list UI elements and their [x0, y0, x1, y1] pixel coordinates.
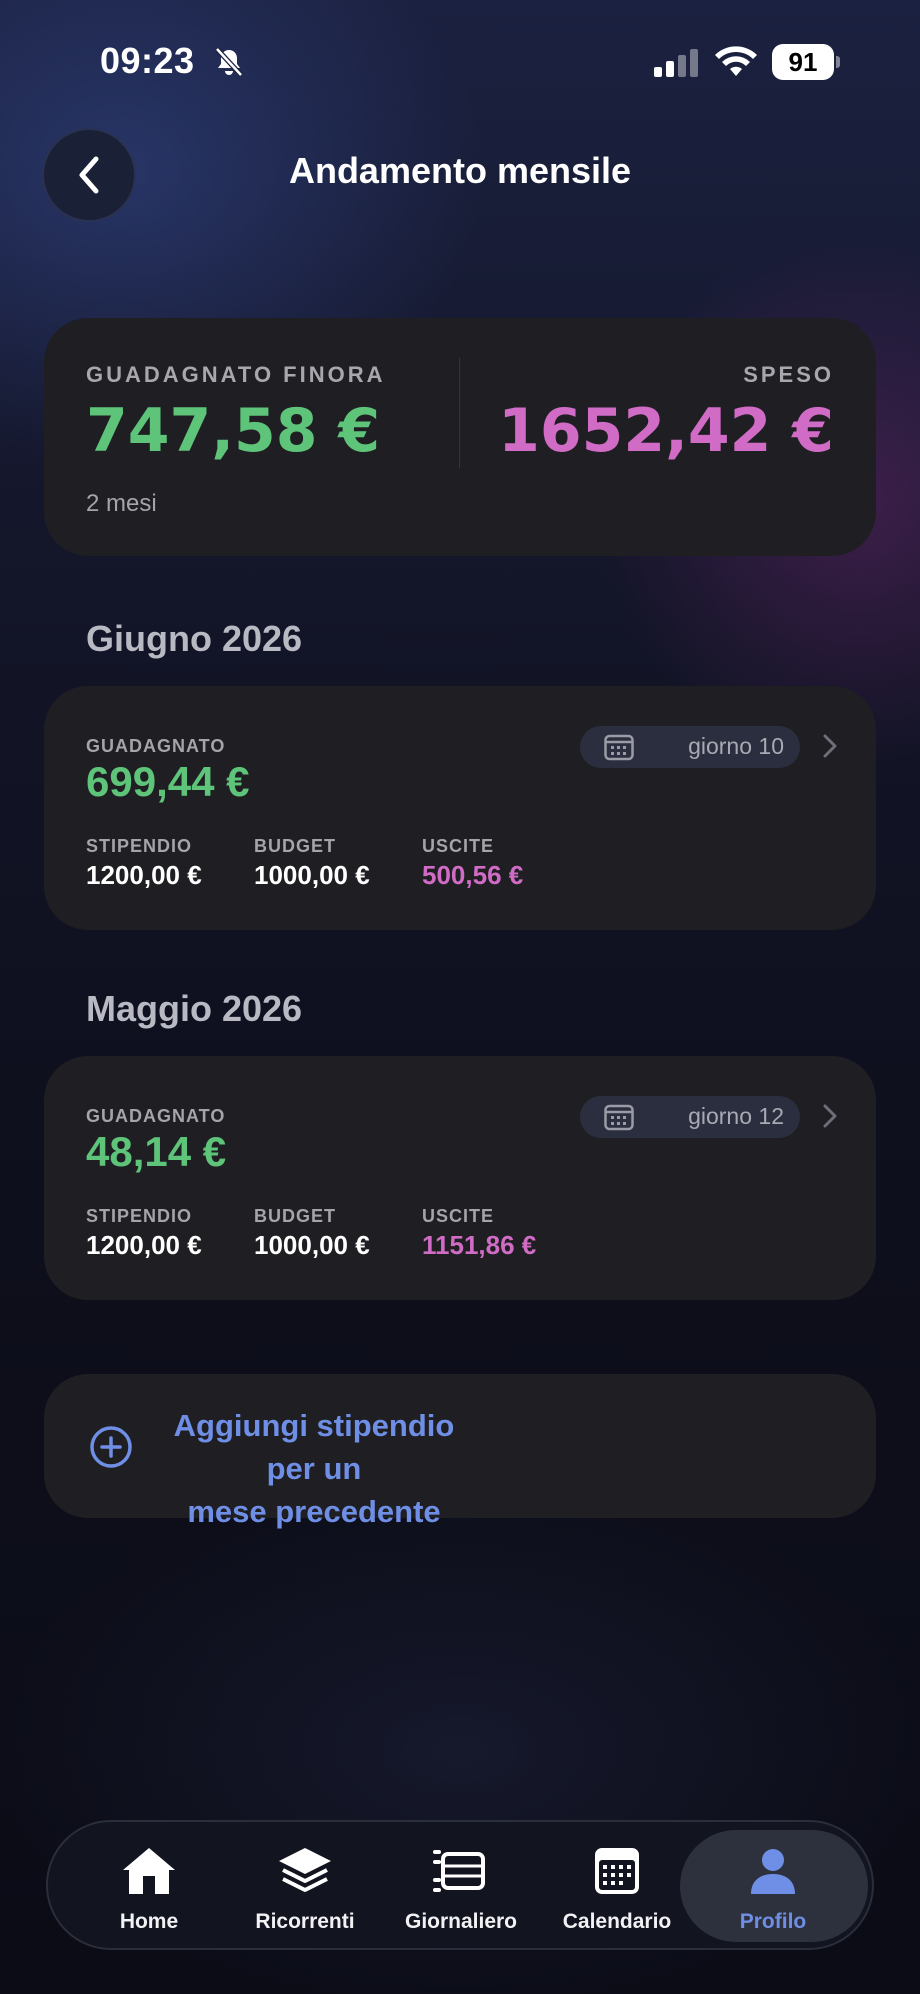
- expenses-label: USCITE: [422, 836, 495, 856]
- tab-profilo[interactable]: Profilo: [698, 1822, 848, 1948]
- day-chip[interactable]: giorno 10: [580, 726, 800, 768]
- day-chip-label: giorno 10: [688, 733, 784, 759]
- house-icon: [123, 1848, 175, 1894]
- summary-divider: [459, 358, 460, 468]
- add-salary-line-1: Aggiungi stipendio per un: [173, 1408, 455, 1486]
- add-salary-line-2: mese precedente: [187, 1494, 441, 1529]
- salary-label: STIPENDIO: [86, 1206, 193, 1226]
- add-salary-label: Aggiungi stipendio per un mese precedent…: [164, 1404, 464, 1533]
- month-card-may[interactable]: GUADAGNATO 48,14 € giorno 12 STIPENDIO 1…: [44, 1056, 876, 1300]
- earned-value: 48,14 €: [86, 1128, 227, 1175]
- spent-value: 1652,42 €: [498, 396, 834, 466]
- calendar-icon: [604, 1104, 634, 1131]
- salary-value: 1200,00 €: [86, 1230, 202, 1260]
- earned-so-far-label: GUADAGNATO FINORA: [86, 362, 386, 387]
- tab-label: Profilo: [739, 1910, 807, 1933]
- expenses-value: 500,56 €: [422, 860, 524, 890]
- status-bar: 09:23 91: [0, 0, 920, 120]
- tab-label: Giornaliero: [404, 1910, 518, 1933]
- list-icon: [433, 1850, 485, 1892]
- battery-indicator: 91: [772, 44, 840, 80]
- budget-label: BUDGET: [254, 836, 336, 856]
- page-title: Andamento mensile: [288, 150, 632, 191]
- earned-label: GUADAGNATO: [86, 736, 226, 756]
- signal-icon: [654, 49, 698, 77]
- expenses-value: 1151,86 €: [422, 1230, 537, 1260]
- battery-level: 91: [772, 44, 834, 80]
- earned-so-far-value: 747,58 €: [86, 396, 381, 466]
- add-previous-salary-button[interactable]: Aggiungi stipendio per un mese precedent…: [44, 1374, 876, 1529]
- budget-value: 1000,00 €: [254, 1230, 370, 1260]
- budget-value: 1000,00 €: [254, 860, 370, 890]
- month-title-june: Giugno 2026: [86, 618, 303, 659]
- tab-home[interactable]: Home: [74, 1822, 224, 1948]
- chevron-right-icon[interactable]: [820, 730, 840, 762]
- spent-label: SPESO: [743, 362, 834, 387]
- tab-label: Home: [119, 1910, 179, 1933]
- plus-circle-icon: [90, 1426, 132, 1468]
- bell-muted-icon: [215, 47, 243, 77]
- tab-calendario[interactable]: Calendario: [542, 1822, 692, 1948]
- calendar-icon: [604, 734, 634, 761]
- earned-value: 699,44 €: [86, 758, 250, 805]
- battery-tip: [836, 56, 840, 68]
- salary-value: 1200,00 €: [86, 860, 202, 890]
- status-time: 09:23: [100, 40, 195, 81]
- person-icon: [751, 1849, 795, 1894]
- wifi-icon: [715, 46, 757, 76]
- chevron-right-icon[interactable]: [820, 1100, 840, 1132]
- budget-label: BUDGET: [254, 1206, 336, 1226]
- expenses-label: USCITE: [422, 1206, 495, 1226]
- tab-ricorrenti[interactable]: Ricorrenti: [230, 1822, 380, 1948]
- day-chip[interactable]: giorno 12: [580, 1096, 800, 1138]
- summary-card: GUADAGNATO FINORA SPESO 747,58 € 1652,42…: [44, 318, 876, 556]
- salary-label: STIPENDIO: [86, 836, 193, 856]
- month-title-may: Maggio 2026: [86, 988, 303, 1029]
- earned-label: GUADAGNATO: [86, 1106, 226, 1126]
- tab-label: Ricorrenti: [255, 1910, 355, 1933]
- period-label: 2 mesi: [86, 490, 157, 517]
- tab-bar: Home Ricorrenti Giornaliero Calendario P…: [46, 1820, 874, 1950]
- tab-label: Calendario: [562, 1910, 672, 1933]
- tab-giornaliero[interactable]: Giornaliero: [386, 1822, 536, 1948]
- layers-icon: [279, 1848, 331, 1892]
- day-chip-label: giorno 12: [688, 1103, 784, 1129]
- calendar-icon: [595, 1848, 639, 1894]
- month-card-june[interactable]: GUADAGNATO 699,44 € giorno 10 STIPENDIO …: [44, 686, 876, 930]
